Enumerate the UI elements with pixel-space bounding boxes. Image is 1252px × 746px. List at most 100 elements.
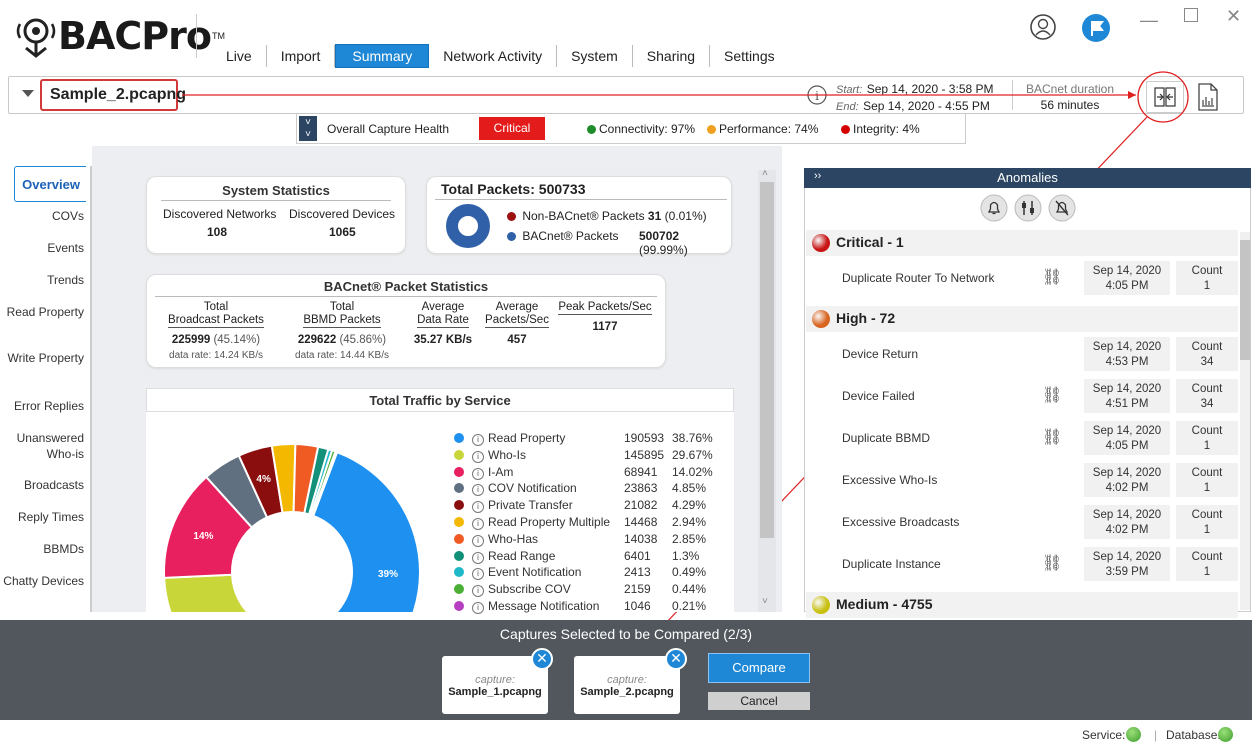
logo-separator xyxy=(196,14,197,58)
legend-item[interactable]: i Read Range 6401 1.3% xyxy=(454,549,734,565)
legend-percent: 2.94% xyxy=(672,515,707,529)
anomaly-filter-group xyxy=(980,194,1076,222)
nav-item-read-property[interactable]: Read Property xyxy=(0,304,84,320)
nav-item-events[interactable]: Events xyxy=(0,240,84,256)
minimize-button[interactable]: — xyxy=(1140,10,1158,31)
report-icon[interactable] xyxy=(1196,82,1220,112)
info-icon[interactable]: i xyxy=(472,602,484,614)
chevron-down-icon[interactable] xyxy=(22,90,34,97)
close-window-button[interactable]: ✕ xyxy=(1226,6,1241,27)
stat-header: Broadcast Packets xyxy=(168,314,264,328)
anomaly-group-header[interactable]: Medium - 4755 xyxy=(806,592,1238,618)
legend-item[interactable]: i Who-Has 14038 2.85% xyxy=(454,532,734,548)
info-icon[interactable]: i xyxy=(472,585,484,598)
legend-label: Message Notification xyxy=(488,599,600,613)
topology-icon[interactable]: ⛓ xyxy=(1042,427,1062,447)
info-icon[interactable]: i xyxy=(472,484,484,497)
cancel-button[interactable]: Cancel xyxy=(708,692,810,710)
anomaly-group-header[interactable]: Critical - 1 xyxy=(806,230,1238,256)
legend-item[interactable]: i Message Notification 1046 0.21% xyxy=(454,599,734,615)
anomaly-name: Excessive Who-Is xyxy=(842,473,938,487)
nav-item-chatty-devices[interactable]: Chatty Devices xyxy=(0,573,84,589)
info-icon[interactable]: i xyxy=(472,434,484,446)
stat-header: Packets/Sec xyxy=(485,314,549,328)
tab-summary[interactable]: Summary xyxy=(335,44,430,68)
legend-swatch-icon xyxy=(454,500,464,511)
anomaly-row[interactable]: Excessive Broadcasts Sep 14, 2020 4:02 PM C… xyxy=(806,502,1238,542)
sliders-icon[interactable] xyxy=(1014,194,1042,222)
legend-item[interactable]: i Private Transfer 21082 4.29% xyxy=(454,498,734,514)
legend-item[interactable]: i Who-Is 145895 29.67% xyxy=(454,448,734,464)
legend-value: 6401 xyxy=(624,548,651,563)
nav-item-reply-times[interactable]: Reply Times xyxy=(0,509,84,525)
legend-label: COV Notification xyxy=(488,481,577,496)
divider xyxy=(1012,80,1013,110)
bell-off-icon[interactable] xyxy=(1048,194,1076,222)
compare-button[interactable]: Compare xyxy=(708,653,810,683)
anomaly-row[interactable]: Duplicate Router To Network ⛓ Sep 14, 2020… xyxy=(806,258,1238,298)
nav-item-error-replies[interactable]: Error Replies xyxy=(0,398,84,414)
nav-item-overview[interactable]: Overview xyxy=(14,166,86,202)
user-account-icon[interactable] xyxy=(1028,12,1058,42)
info-icon[interactable]: i xyxy=(472,534,484,547)
bacpro-logo-icon xyxy=(16,18,56,58)
anomaly-row[interactable]: Device Return Sep 14, 2020 4:53 PM Count 34 xyxy=(806,334,1238,374)
topology-icon[interactable]: ⛓ xyxy=(1042,267,1062,287)
legend-item[interactable]: i Read Property Multiple 14468 2.94% xyxy=(454,515,734,531)
pie-slice[interactable] xyxy=(163,573,335,612)
nav-item-covs[interactable]: COVs xyxy=(0,208,84,224)
tab-sharing[interactable]: Sharing xyxy=(633,45,711,67)
legend-item[interactable]: i I-Am 68941 14.02% xyxy=(454,465,734,481)
scrollbar-thumb[interactable] xyxy=(760,182,774,538)
info-icon[interactable]: i xyxy=(472,467,484,480)
anomalies-scroll-thumb[interactable] xyxy=(1240,240,1250,360)
legend-percent: 1.3% xyxy=(672,548,700,563)
legend-percent: 0.44% xyxy=(672,582,707,597)
info-icon[interactable]: i xyxy=(472,568,484,581)
scroll-up-icon[interactable]: ˄ xyxy=(762,168,768,179)
nav-item-unanswered-who-is[interactable]: Unanswered Who-is xyxy=(0,430,84,462)
flag-icon[interactable] xyxy=(1080,12,1112,44)
legend-item[interactable]: i Event Notification 2413 0.49% xyxy=(454,565,734,581)
remove-capture-2-button[interactable]: ✕ xyxy=(665,648,687,670)
anomaly-row[interactable]: Device Failed ⛓ Sep 14, 2020 4:51 PM Count 34 xyxy=(806,376,1238,416)
topology-icon[interactable]: ⛓ xyxy=(1042,553,1062,573)
tab-settings[interactable]: Settings xyxy=(710,45,789,67)
tab-import[interactable]: Import xyxy=(267,45,336,67)
info-icon[interactable]: i xyxy=(472,501,484,514)
legend-label: Event Notification xyxy=(488,565,582,580)
compare-captures-button[interactable] xyxy=(1146,81,1184,113)
info-icon[interactable]: i xyxy=(472,450,484,463)
packet-statistics-card: BACnet® Packet Statistics Total Broadcast… xyxy=(146,274,666,368)
nav-item-bbmds[interactable]: BBMDs xyxy=(0,541,84,557)
info-icon[interactable]: i xyxy=(806,84,828,106)
nav-item-write-property[interactable]: Write Property xyxy=(0,350,84,366)
database-label: Database: xyxy=(1166,728,1221,742)
bell-icon[interactable] xyxy=(980,194,1008,222)
info-icon[interactable]: i xyxy=(472,518,484,530)
info-icon[interactable]: i xyxy=(472,551,484,564)
capture-filename[interactable]: Sample_2.pcapng xyxy=(40,79,186,111)
anomaly-group-header[interactable]: High - 72 xyxy=(806,306,1238,332)
tab-system[interactable]: System xyxy=(557,45,633,67)
anomaly-row[interactable]: Duplicate Instance ⛓ Sep 14, 2020 3:59 PM Co… xyxy=(806,544,1238,584)
severity-ball-icon xyxy=(812,234,830,252)
nav-item-trends[interactable]: Trends xyxy=(0,272,84,288)
nav-item-broadcasts[interactable]: Broadcasts xyxy=(0,477,84,493)
tab-network-activity[interactable]: Network Activity xyxy=(429,45,558,67)
anomaly-date: Sep 14, 2020 4:53 PM xyxy=(1084,337,1170,371)
remove-capture-1-button[interactable]: ✕ xyxy=(531,648,553,670)
anomaly-row[interactable]: Duplicate BBMD ⛓ Sep 14, 2020 4:05 PM Count 1 xyxy=(806,418,1238,458)
anomaly-row[interactable]: Excessive Who-Is Sep 14, 2020 4:02 PM Count… xyxy=(806,460,1238,500)
maximize-button[interactable] xyxy=(1184,8,1198,22)
collapse-health-button[interactable]: ˅ ˅ xyxy=(299,116,317,141)
legend-value: 21082 xyxy=(624,498,658,513)
anomaly-count: Count 1 xyxy=(1176,261,1238,295)
legend-item[interactable]: i COV Notification 23863 4.85% xyxy=(454,481,734,497)
scroll-down-icon[interactable]: ˅ xyxy=(762,596,768,607)
legend-item[interactable]: i Subscribe COV 2159 0.44% xyxy=(454,582,734,598)
topology-icon[interactable]: ⛓ xyxy=(1042,385,1062,405)
capture-card-2[interactable]: capture: Sample_2.pcapng xyxy=(574,656,680,714)
tab-live[interactable]: Live xyxy=(212,45,267,67)
legend-item[interactable]: i Read Property 190593 38.76% xyxy=(454,431,734,447)
